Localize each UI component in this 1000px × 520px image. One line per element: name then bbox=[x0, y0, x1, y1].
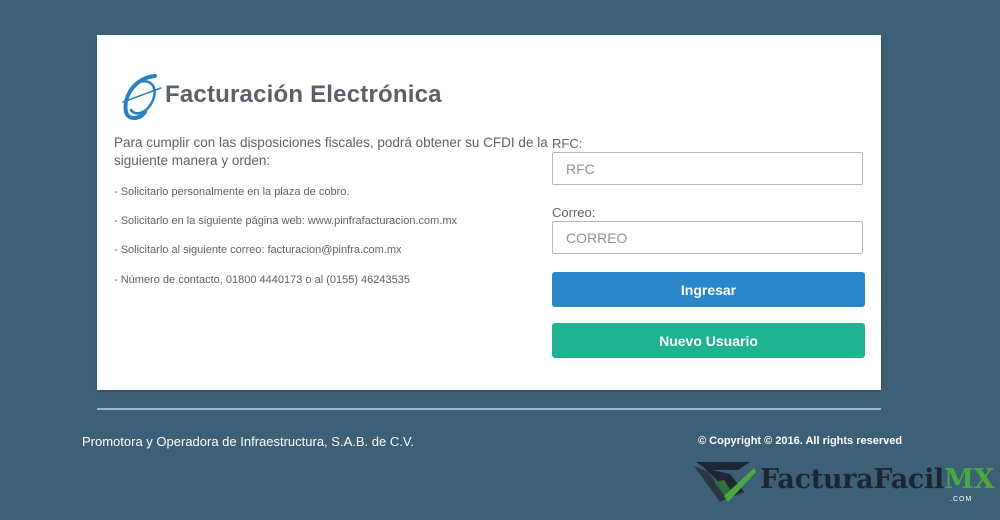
rfc-input[interactable] bbox=[552, 152, 863, 185]
footer-divider bbox=[97, 408, 881, 410]
watermark-brand-suffix: MX bbox=[944, 464, 995, 495]
footer-company: Promotora y Operadora de Infraestructura… bbox=[82, 434, 414, 449]
instruction-item: - Número de contacto, 01800 4440173 o al… bbox=[114, 274, 410, 286]
new-user-button[interactable]: Nuevo Usuario bbox=[552, 323, 865, 358]
email-input[interactable] bbox=[552, 221, 863, 254]
login-button[interactable]: Ingresar bbox=[552, 272, 865, 307]
instruction-item: - Solicitarlo al siguiente correo: factu… bbox=[114, 244, 402, 256]
footer-copyright: © Copyright © 2016. All rights reserved bbox=[698, 435, 903, 447]
rfc-label: RFC: bbox=[552, 136, 583, 151]
instruction-item: - Solicitarlo en la siguiente página web… bbox=[114, 215, 457, 227]
instructions-intro: Para cumplir con las disposiciones fisca… bbox=[114, 135, 548, 168]
watermark-brand: FacturaFacilMX bbox=[760, 464, 995, 495]
instruction-item: - Solicitarlo personalmente en la plaza … bbox=[114, 186, 350, 198]
watermark-brand-name: FacturaFacil bbox=[760, 464, 944, 495]
facturacion-logo-icon bbox=[122, 74, 162, 120]
watermark-logo: FacturaFacilMX .COM bbox=[694, 458, 995, 506]
email-label: Correo: bbox=[552, 205, 596, 220]
app-title: Facturación Electrónica bbox=[165, 81, 442, 108]
watermark-domain: .COM bbox=[950, 496, 973, 503]
login-card: Facturación Electrónica Para cumplir con… bbox=[97, 35, 881, 390]
checkmark-logo-icon bbox=[694, 462, 756, 502]
